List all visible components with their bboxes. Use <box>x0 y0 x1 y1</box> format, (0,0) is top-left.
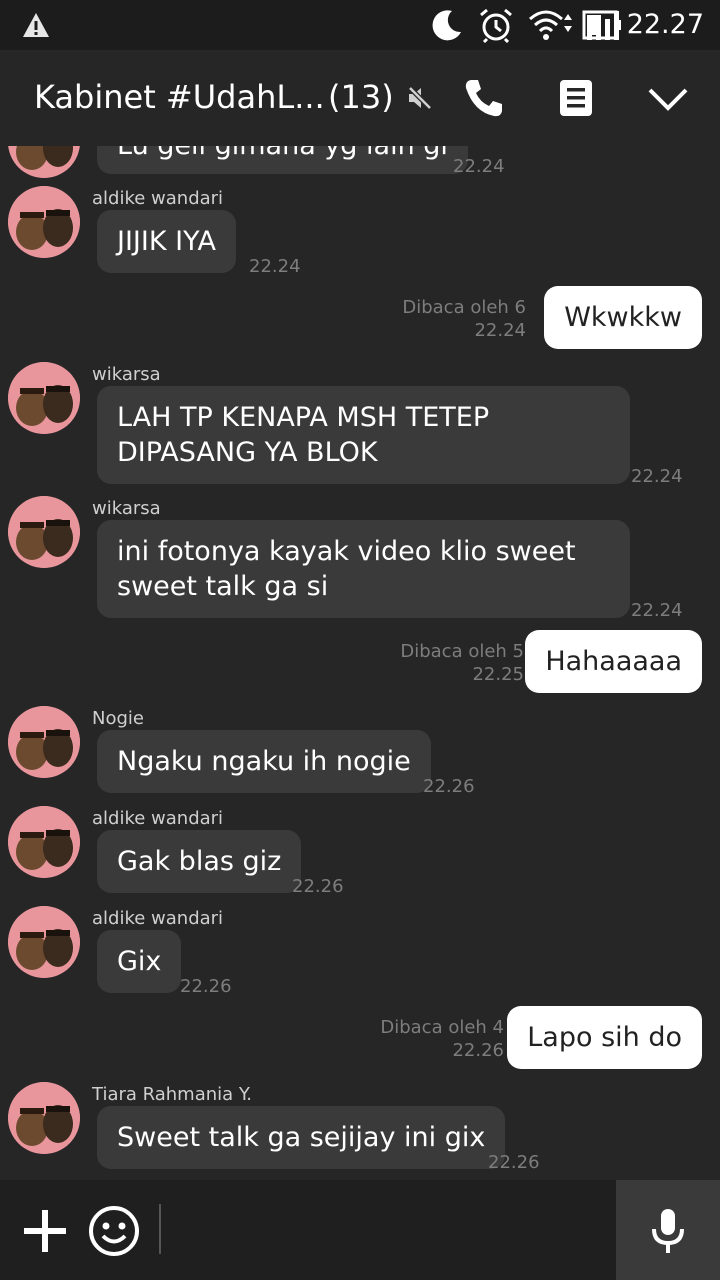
read-receipt: Dibaca oleh 6 22.24 <box>402 296 526 342</box>
sender-name: wikarsa <box>92 498 161 519</box>
message-time: 22.24 <box>631 600 683 621</box>
avatar-photo <box>8 186 80 258</box>
message-bubble[interactable]: JIJIK IYA <box>97 210 236 273</box>
read-count: Dibaca oleh 5 <box>400 641 524 662</box>
message-time: 22.24 <box>453 156 505 177</box>
voice-button[interactable] <box>616 1180 720 1280</box>
read-receipt: Dibaca oleh 5 22.25 <box>400 640 524 686</box>
sender-name: aldike wandari <box>92 908 224 929</box>
message-bubble[interactable]: Ngaku ngaku ih nogie <box>97 730 431 793</box>
avatar-photo <box>8 1082 80 1154</box>
chevron-down-icon[interactable] <box>646 82 690 114</box>
avatar[interactable] <box>8 186 80 258</box>
battery-icon <box>582 10 621 40</box>
message-text: JIJIK IYA <box>117 226 216 257</box>
message-time: 22.26 <box>180 976 232 997</box>
plus-icon[interactable] <box>22 1208 68 1254</box>
message-time: 22.26 <box>488 1152 540 1173</box>
group-title[interactable]: Kabinet #UdahL... <box>34 78 325 116</box>
message-text: Ngaku ngaku ih nogie <box>117 746 411 777</box>
message-text: Gak blas giz <box>117 846 282 877</box>
avatar-photo <box>8 146 80 178</box>
message-time: 22.24 <box>474 320 526 341</box>
avatar[interactable] <box>8 496 80 568</box>
avatar[interactable] <box>8 706 80 778</box>
sender-name: Nogie <box>92 708 144 729</box>
sender-name: Tiara Rahmania Y. <box>92 1084 252 1105</box>
avatar[interactable] <box>8 806 80 878</box>
microphone-icon <box>652 1209 684 1253</box>
phone-icon[interactable] <box>462 76 506 120</box>
input-bar <box>0 1180 720 1280</box>
message-time: 22.26 <box>423 776 475 797</box>
warning-icon <box>23 13 49 37</box>
wifi-icon <box>529 10 572 40</box>
message-bubble[interactable]: Sweet talk ga sejijay ini gix <box>97 1106 506 1169</box>
message-bubble[interactable]: Wkwkkw <box>544 286 702 349</box>
message-input[interactable] <box>170 1200 600 1260</box>
avatar[interactable] <box>8 146 80 178</box>
avatar-photo <box>8 806 80 878</box>
message-bubble[interactable]: Gak blas giz <box>97 830 302 893</box>
avatar-photo <box>8 362 80 434</box>
message-list[interactable]: Lu geli gimana yg lain gi 22.24 aldike w… <box>0 146 720 1180</box>
mute-icon <box>406 84 434 112</box>
avatar-photo <box>8 496 80 568</box>
chat-header: Kabinet #UdahL... (13) <box>0 50 720 146</box>
message-text: Lu geli gimana yg lain gi <box>117 146 448 161</box>
moon-icon <box>432 10 461 41</box>
avatar-photo <box>8 706 80 778</box>
message-text: Lapo sih do <box>527 1022 682 1053</box>
avatar[interactable] <box>8 362 80 434</box>
message-text: Wkwkkw <box>564 302 682 333</box>
message-time: 22.24 <box>249 256 301 277</box>
sender-name: aldike wandari <box>92 808 224 829</box>
message-time: 22.25 <box>472 664 524 685</box>
member-count: (13) <box>328 78 394 116</box>
input-divider <box>159 1204 161 1254</box>
note-icon[interactable] <box>558 78 594 118</box>
message-bubble[interactable]: Hahaaaaa <box>525 630 702 693</box>
message-bubble[interactable]: ini fotonya kayak video klio sweet sweet… <box>97 520 630 618</box>
message-bubble[interactable]: Lu geli gimana yg lain gi <box>97 146 468 174</box>
message-time: 22.24 <box>631 466 683 487</box>
message-text: Hahaaaaa <box>545 646 682 677</box>
status-bar: 22.27 <box>0 0 720 50</box>
avatar[interactable] <box>8 1082 80 1154</box>
read-count: Dibaca oleh 4 <box>380 1017 504 1038</box>
read-receipt: Dibaca oleh 4 22.26 <box>380 1016 504 1062</box>
message-bubble[interactable]: Gix <box>97 930 182 993</box>
emoji-icon[interactable] <box>88 1205 140 1257</box>
message-time: 22.26 <box>452 1040 504 1061</box>
read-count: Dibaca oleh 6 <box>402 297 526 318</box>
message-bubble[interactable]: LAH TP KENAPA MSH TETEP DIPASANG YA BLOK <box>97 386 630 484</box>
sender-name: wikarsa <box>92 364 161 385</box>
message-text: Sweet talk ga sejijay ini gix <box>117 1122 486 1153</box>
avatar[interactable] <box>8 906 80 978</box>
message-text: Gix <box>117 946 162 977</box>
message-text: LAH TP KENAPA MSH TETEP DIPASANG YA BLOK <box>117 402 490 468</box>
message-bubble[interactable]: Lapo sih do <box>507 1006 702 1069</box>
message-time: 22.26 <box>292 876 344 897</box>
status-time: 22.27 <box>626 9 704 40</box>
message-text: ini fotonya kayak video klio sweet sweet… <box>117 536 576 602</box>
alarm-icon <box>480 8 512 43</box>
avatar-photo <box>8 906 80 978</box>
sender-name: aldike wandari <box>92 188 224 209</box>
